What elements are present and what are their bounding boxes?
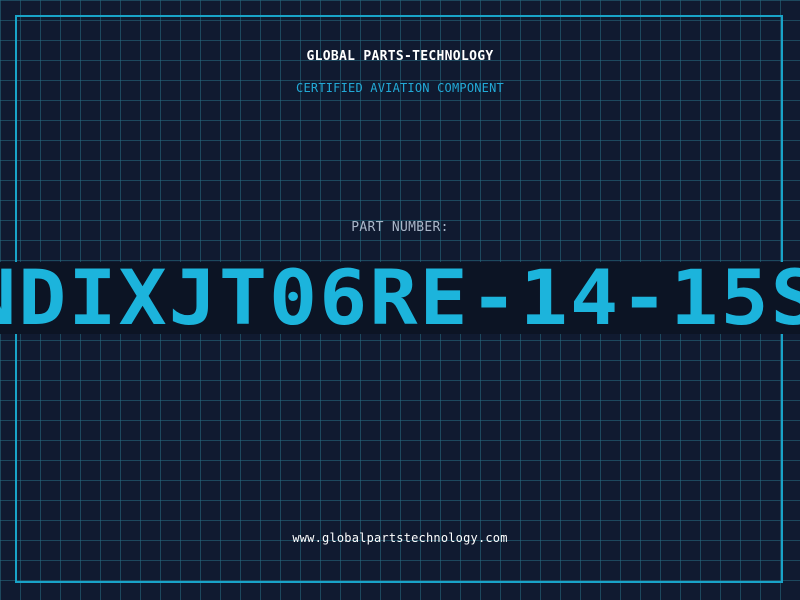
company-name: GLOBAL PARTS-TECHNOLOGY xyxy=(306,49,494,64)
certification-subtitle: CERTIFIED AVIATION COMPONENT xyxy=(296,81,504,95)
part-label-card: GLOBAL PARTS-TECHNOLOGY CERTIFIED AVIATI… xyxy=(0,0,800,600)
part-number-value: NDIXJT06RE-14-15S- xyxy=(0,262,800,334)
website-url: www.globalpartstechnology.com xyxy=(292,531,508,545)
part-number-band: NDIXJT06RE-14-15S- xyxy=(0,262,800,334)
part-number-label: PART NUMBER: xyxy=(351,220,449,235)
